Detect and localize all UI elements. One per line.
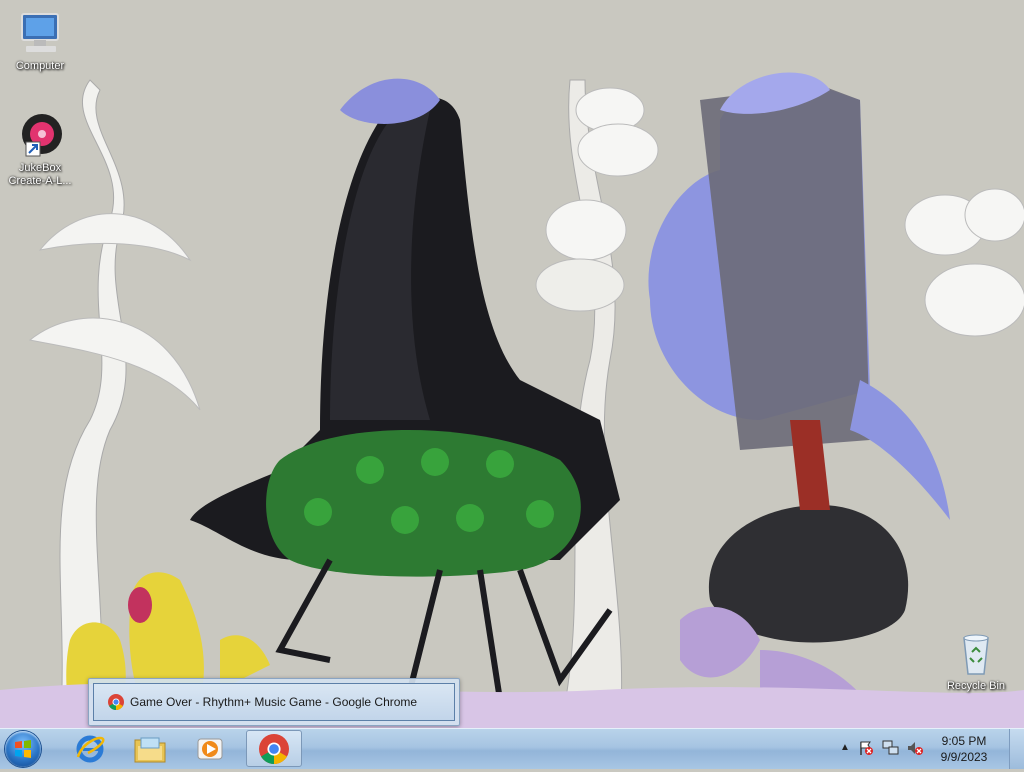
chrome-icon <box>108 694 124 710</box>
start-button[interactable] <box>5 731 41 767</box>
taskbar-google-chrome[interactable] <box>246 730 302 767</box>
action-center-flag-icon[interactable] <box>858 740 874 761</box>
internet-explorer-icon <box>76 735 105 762</box>
thumbnail-title-bar[interactable]: Game Over - Rhythm+ Music Game - Google … <box>93 683 455 721</box>
show-hidden-icons-arrow[interactable]: ▲ <box>840 742 850 753</box>
thumbnail-title: Game Over - Rhythm+ Music Game - Google … <box>130 695 418 709</box>
taskbar-windows-explorer[interactable] <box>122 730 178 767</box>
chrome-window-thumbnail[interactable]: Game Over - Rhythm+ Music Game - Google … <box>88 678 460 726</box>
jukebox-shortcut-icon <box>16 112 64 160</box>
taskbar-clock[interactable]: 9:05 PM 9/9/2023 <box>932 733 996 765</box>
show-desktop-button[interactable] <box>1009 729 1024 769</box>
taskbar-internet-explorer[interactable] <box>62 730 118 767</box>
clock-date: 9/9/2023 <box>940 750 988 764</box>
wallpaper-image <box>0 0 1024 728</box>
desktop-icon-jukebox[interactable]: JukeBox Create-A-L... <box>0 112 80 188</box>
recycle-bin-icon <box>952 630 1000 678</box>
desktop-icon-label: Computer <box>15 60 65 72</box>
desktop-icon-computer[interactable]: Computer <box>0 10 80 73</box>
desktop-icon-recycle-bin[interactable]: Recycle Bin <box>936 630 1016 693</box>
taskbar: ▲ 9:05 PM 9/9/2023 <box>0 728 1024 769</box>
desktop-icon-label: Recycle Bin <box>946 680 1006 692</box>
chrome-icon <box>259 733 289 764</box>
clock-time: 9:05 PM <box>941 734 987 748</box>
volume-muted-icon[interactable] <box>906 740 924 761</box>
windows-logo-icon <box>15 740 31 758</box>
media-player-icon <box>197 738 223 759</box>
computer-icon <box>16 10 64 58</box>
folder-icon <box>134 737 166 762</box>
taskbar-media-player[interactable] <box>182 730 238 767</box>
desktop-icon-label: JukeBox Create-A-L... <box>8 162 72 187</box>
desktop[interactable]: Computer JukeBox Create-A-L... Recycle B… <box>0 0 1024 728</box>
network-icon[interactable] <box>882 740 900 761</box>
system-tray: ▲ 9:05 PM 9/9/2023 <box>834 729 1024 769</box>
